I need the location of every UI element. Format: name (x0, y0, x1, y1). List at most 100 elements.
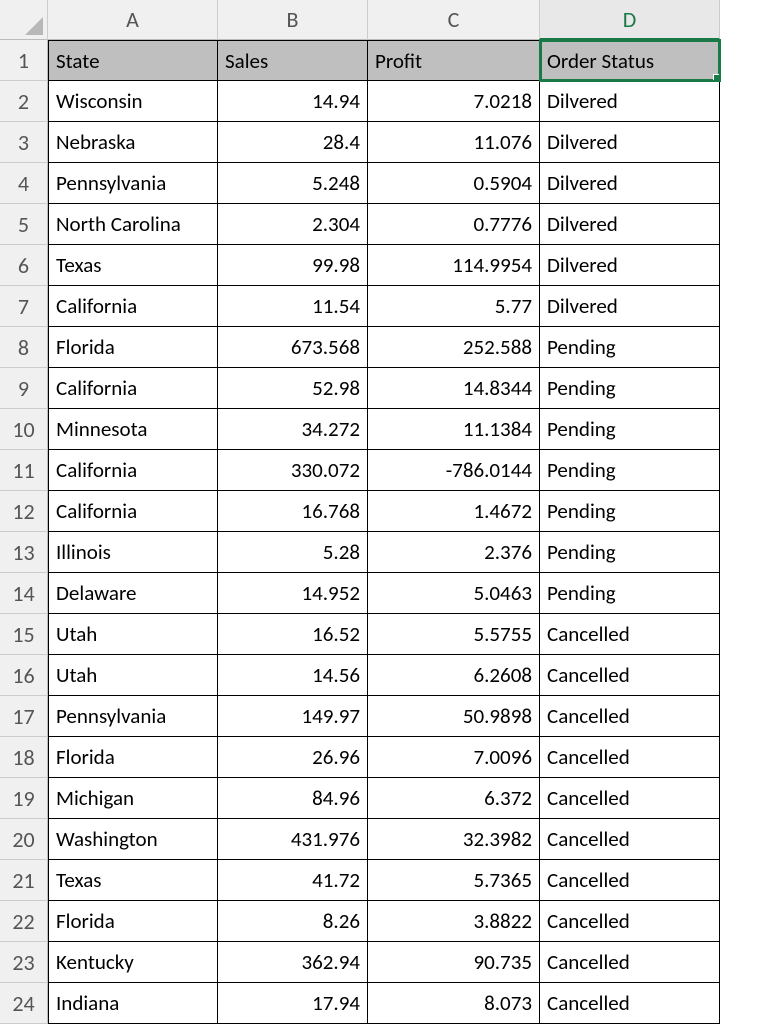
cell-14-c[interactable]: 5.0463 (368, 573, 540, 614)
select-all-corner[interactable] (0, 0, 48, 40)
cell-19-a[interactable]: Michigan (48, 778, 218, 819)
row-header-13[interactable]: 13 (0, 532, 48, 573)
cell-20-d[interactable]: Cancelled (540, 819, 720, 860)
cell-13-b[interactable]: 5.28 (218, 532, 368, 573)
row-header-4[interactable]: 4 (0, 163, 48, 204)
cell-24-b[interactable]: 17.94 (218, 983, 368, 1024)
cell-23-d[interactable]: Cancelled (540, 942, 720, 983)
cell-2-c[interactable]: 7.0218 (368, 81, 540, 122)
cell-22-a[interactable]: Florida (48, 901, 218, 942)
cell-12-c[interactable]: 1.4672 (368, 491, 540, 532)
header-cell-state[interactable]: State (48, 40, 218, 81)
row-header-1[interactable]: 1 (0, 40, 48, 81)
row-header-3[interactable]: 3 (0, 122, 48, 163)
cell-16-a[interactable]: Utah (48, 655, 218, 696)
row-header-6[interactable]: 6 (0, 245, 48, 286)
cell-3-d[interactable]: Dilvered (540, 122, 720, 163)
cell-23-b[interactable]: 362.94 (218, 942, 368, 983)
cell-17-a[interactable]: Pennsylvania (48, 696, 218, 737)
cell-10-d[interactable]: Pending (540, 409, 720, 450)
column-header-b[interactable]: B (218, 0, 368, 40)
row-header-14[interactable]: 14 (0, 573, 48, 614)
cell-9-c[interactable]: 14.8344 (368, 368, 540, 409)
spreadsheet-grid[interactable]: ABCD1StateSalesProfitOrder Status2Wiscon… (0, 0, 771, 1024)
cell-15-a[interactable]: Utah (48, 614, 218, 655)
row-header-5[interactable]: 5 (0, 204, 48, 245)
cell-10-c[interactable]: 11.1384 (368, 409, 540, 450)
cell-12-b[interactable]: 16.768 (218, 491, 368, 532)
column-header-a[interactable]: A (48, 0, 218, 40)
cell-24-c[interactable]: 8.073 (368, 983, 540, 1024)
row-header-11[interactable]: 11 (0, 450, 48, 491)
row-header-15[interactable]: 15 (0, 614, 48, 655)
cell-5-d[interactable]: Dilvered (540, 204, 720, 245)
cell-12-d[interactable]: Pending (540, 491, 720, 532)
cell-5-a[interactable]: North Carolina (48, 204, 218, 245)
cell-14-a[interactable]: Delaware (48, 573, 218, 614)
cell-12-a[interactable]: California (48, 491, 218, 532)
cell-11-d[interactable]: Pending (540, 450, 720, 491)
cell-5-b[interactable]: 2.304 (218, 204, 368, 245)
cell-21-d[interactable]: Cancelled (540, 860, 720, 901)
cell-4-c[interactable]: 0.5904 (368, 163, 540, 204)
row-header-2[interactable]: 2 (0, 81, 48, 122)
cell-4-b[interactable]: 5.248 (218, 163, 368, 204)
cell-7-a[interactable]: California (48, 286, 218, 327)
cell-7-d[interactable]: Dilvered (540, 286, 720, 327)
cell-13-a[interactable]: Illinois (48, 532, 218, 573)
cell-22-c[interactable]: 3.8822 (368, 901, 540, 942)
column-header-d[interactable]: D (540, 0, 720, 40)
cell-20-c[interactable]: 32.3982 (368, 819, 540, 860)
cell-13-c[interactable]: 2.376 (368, 532, 540, 573)
cell-8-a[interactable]: Florida (48, 327, 218, 368)
row-header-8[interactable]: 8 (0, 327, 48, 368)
row-header-20[interactable]: 20 (0, 819, 48, 860)
cell-17-c[interactable]: 50.9898 (368, 696, 540, 737)
cell-16-c[interactable]: 6.2608 (368, 655, 540, 696)
cell-9-a[interactable]: California (48, 368, 218, 409)
cell-19-b[interactable]: 84.96 (218, 778, 368, 819)
cell-18-a[interactable]: Florida (48, 737, 218, 778)
cell-21-c[interactable]: 5.7365 (368, 860, 540, 901)
row-header-24[interactable]: 24 (0, 983, 48, 1024)
cell-18-c[interactable]: 7.0096 (368, 737, 540, 778)
cell-3-b[interactable]: 28.4 (218, 122, 368, 163)
cell-19-d[interactable]: Cancelled (540, 778, 720, 819)
cell-6-a[interactable]: Texas (48, 245, 218, 286)
row-header-9[interactable]: 9 (0, 368, 48, 409)
row-header-23[interactable]: 23 (0, 942, 48, 983)
row-header-18[interactable]: 18 (0, 737, 48, 778)
cell-15-c[interactable]: 5.5755 (368, 614, 540, 655)
cell-13-d[interactable]: Pending (540, 532, 720, 573)
row-header-21[interactable]: 21 (0, 860, 48, 901)
cell-3-a[interactable]: Nebraska (48, 122, 218, 163)
cell-8-b[interactable]: 673.568 (218, 327, 368, 368)
cell-9-b[interactable]: 52.98 (218, 368, 368, 409)
row-header-19[interactable]: 19 (0, 778, 48, 819)
cell-24-d[interactable]: Cancelled (540, 983, 720, 1024)
cell-16-b[interactable]: 14.56 (218, 655, 368, 696)
cell-10-a[interactable]: Minnesota (48, 409, 218, 450)
cell-4-a[interactable]: Pennsylvania (48, 163, 218, 204)
cell-3-c[interactable]: 11.076 (368, 122, 540, 163)
row-header-10[interactable]: 10 (0, 409, 48, 450)
row-header-16[interactable]: 16 (0, 655, 48, 696)
cell-8-c[interactable]: 252.588 (368, 327, 540, 368)
cell-21-b[interactable]: 41.72 (218, 860, 368, 901)
cell-8-d[interactable]: Pending (540, 327, 720, 368)
header-cell-order-status[interactable]: Order Status (540, 40, 720, 81)
cell-15-d[interactable]: Cancelled (540, 614, 720, 655)
cell-17-d[interactable]: Cancelled (540, 696, 720, 737)
cell-2-d[interactable]: Dilvered (540, 81, 720, 122)
cell-9-d[interactable]: Pending (540, 368, 720, 409)
header-cell-sales[interactable]: Sales (218, 40, 368, 81)
cell-23-a[interactable]: Kentucky (48, 942, 218, 983)
cell-21-a[interactable]: Texas (48, 860, 218, 901)
cell-4-d[interactable]: Dilvered (540, 163, 720, 204)
cell-11-b[interactable]: 330.072 (218, 450, 368, 491)
cell-16-d[interactable]: Cancelled (540, 655, 720, 696)
cell-20-b[interactable]: 431.976 (218, 819, 368, 860)
row-header-12[interactable]: 12 (0, 491, 48, 532)
cell-6-c[interactable]: 114.9954 (368, 245, 540, 286)
cell-7-c[interactable]: 5.77 (368, 286, 540, 327)
